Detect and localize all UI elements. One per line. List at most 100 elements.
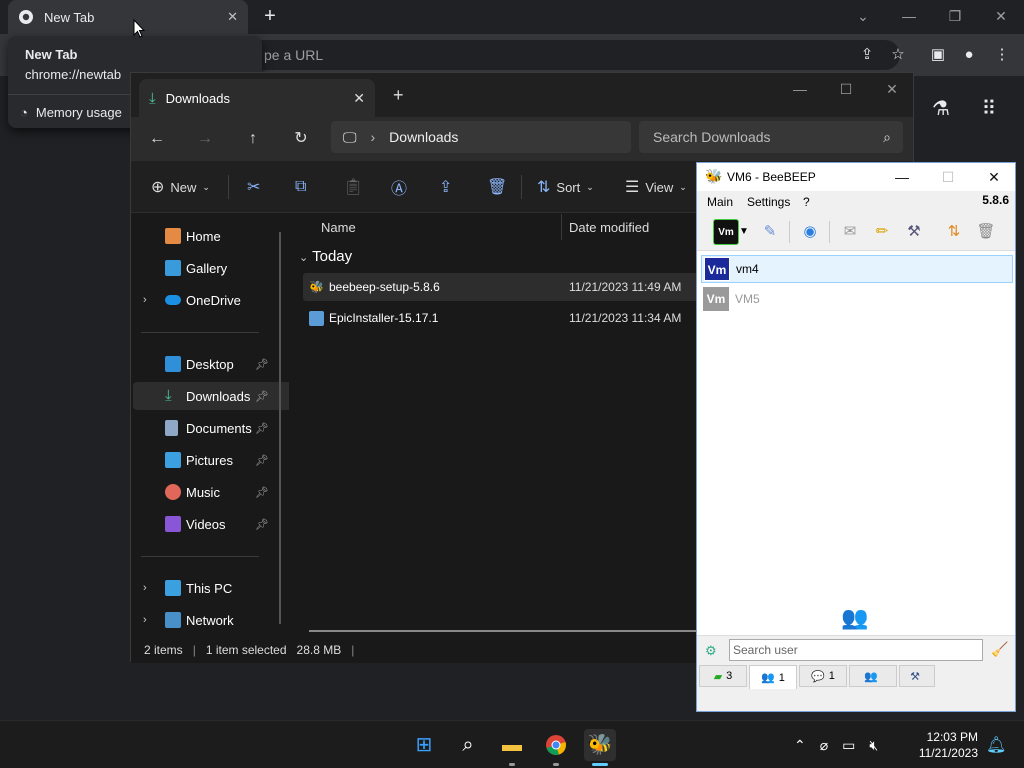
tab-chats[interactable]: ▰ 3 xyxy=(699,665,747,687)
tab-tools[interactable]: ⚒ xyxy=(899,665,935,687)
pin-icon: 📌︎ xyxy=(255,454,269,467)
horizontal-scrollbar[interactable] xyxy=(309,630,709,632)
menu-settings[interactable]: Settings xyxy=(747,195,790,209)
beebeep-close-button[interactable]: ✕ xyxy=(979,166,1009,188)
forward-arrow-icon[interactable]: → xyxy=(193,127,217,151)
share-icon[interactable]: ⇪ xyxy=(856,44,878,66)
note-pencil-icon[interactable]: ✏ xyxy=(869,219,895,245)
share-button[interactable]: ⇪ xyxy=(439,175,452,199)
chrome-tab-new-tab[interactable]: New Tab ✕ xyxy=(8,0,248,34)
view-button[interactable]: ☰ View ⌄ xyxy=(625,175,687,199)
explorer-navbar: ← → ↑ ↻ 🖵 › Downloads Search Downloads ⌕ xyxy=(131,117,913,161)
search-icon[interactable]: ⌕ xyxy=(452,729,484,761)
explorer-close-button[interactable]: ✕ xyxy=(869,77,915,101)
volume-muted-icon[interactable]: 🔇︎ xyxy=(869,737,878,754)
labs-flask-icon[interactable]: ⚗ xyxy=(930,98,952,120)
pictures-icon xyxy=(165,452,181,468)
group-header-today[interactable]: ⌄ Today xyxy=(299,248,352,265)
notification-bell-icon[interactable]: 🔔︎ xyxy=(986,735,1006,755)
explorer-tab-downloads[interactable]: ⤓ Downloads ✕ xyxy=(139,79,375,117)
filter-gear-icon[interactable]: ⚙ xyxy=(705,643,717,659)
expand-chevron-icon[interactable]: › xyxy=(143,582,147,594)
chrome-omnibox[interactable]: pe a URL xyxy=(240,40,900,70)
nav-item-home[interactable]: Home xyxy=(133,222,297,250)
beebeep-taskbar-icon[interactable]: 🐝 xyxy=(584,729,616,761)
delete-button[interactable]: 🗑︎ xyxy=(487,175,507,199)
expand-chevron-icon[interactable]: › xyxy=(143,614,147,626)
menu-main[interactable]: Main xyxy=(707,195,733,209)
user-row-vm4[interactable]: Vm vm4 xyxy=(701,255,1013,283)
user-avatar: Vm xyxy=(704,257,730,281)
nav-item-gallery[interactable]: Gallery xyxy=(133,254,297,282)
nav-item-downloads[interactable]: ⤓ Downloads 📌︎ xyxy=(133,382,297,410)
refresh-icon[interactable]: ↻ xyxy=(289,127,313,151)
search-downloads-input[interactable]: Search Downloads ⌕ xyxy=(639,121,903,153)
back-arrow-icon[interactable]: ← xyxy=(145,127,169,151)
windows-start-icon[interactable]: ⊞ xyxy=(408,729,440,761)
tools-icon[interactable]: ⚒ xyxy=(901,219,927,245)
column-header-name[interactable]: Name xyxy=(321,220,356,235)
beebeep-minimize-button[interactable]: — xyxy=(887,166,917,188)
paste-button[interactable]: 📋︎ xyxy=(343,175,363,199)
file-transfer-icon[interactable]: ⇅ xyxy=(941,219,967,245)
trash-icon[interactable]: 🗑︎ xyxy=(973,219,999,245)
clear-broom-icon[interactable]: 🧹 xyxy=(991,641,1008,658)
column-divider[interactable] xyxy=(561,214,562,240)
nav-item-desktop[interactable]: Desktop 📌︎ xyxy=(133,350,297,378)
beebeep-maximize-button[interactable]: ☐ xyxy=(933,166,963,188)
cut-button[interactable]: ✂ xyxy=(247,175,260,199)
expand-chevron-icon[interactable]: › xyxy=(143,294,147,306)
clock[interactable]: 12:03 PM 11/21/2023 xyxy=(908,729,978,761)
nav-item-documents[interactable]: Documents 📌︎ xyxy=(133,414,297,442)
chrome-icon[interactable] xyxy=(540,729,572,761)
column-header-date-modified[interactable]: Date modified xyxy=(569,220,649,235)
address-location[interactable]: Downloads xyxy=(389,129,458,145)
explorer-tab-close-icon[interactable]: ✕ xyxy=(353,90,365,107)
menu-help[interactable]: ? xyxy=(803,195,810,209)
network-off-icon[interactable]: ⌀ xyxy=(820,737,828,754)
chrome-menu-icon[interactable]: ⋮ xyxy=(991,44,1013,66)
message-icon[interactable]: ✉ xyxy=(837,219,863,245)
copy-button[interactable]: ⧉ xyxy=(295,175,306,199)
display-icon[interactable]: ▭ xyxy=(842,737,855,754)
sort-button[interactable]: ⇅ Sort ⌄ xyxy=(537,175,594,199)
nav-item-pictures[interactable]: Pictures 📌︎ xyxy=(133,446,297,474)
explorer-minimize-button[interactable]: — xyxy=(777,77,823,101)
nav-item-videos[interactable]: Videos 📌︎ xyxy=(133,510,297,538)
tab-groups[interactable]: 💬 1 xyxy=(799,665,847,687)
new-button[interactable]: ⊕ New ⌄ xyxy=(151,175,210,199)
broadcast-icon[interactable]: ◉ xyxy=(797,219,823,245)
search-user-input[interactable]: Search user xyxy=(729,639,983,661)
status-dropdown-icon[interactable]: ▼ xyxy=(737,219,751,245)
nav-item-onedrive[interactable]: › OneDrive xyxy=(133,286,297,314)
chrome-restore-button[interactable]: ❐ xyxy=(932,4,978,28)
chrome-new-tab-button[interactable]: + xyxy=(258,5,282,29)
file-explorer-icon[interactable]: ▬ xyxy=(496,729,528,761)
chrome-tab-close-icon[interactable]: ✕ xyxy=(227,9,238,25)
user-row-vm5[interactable]: Vm VM5 xyxy=(701,285,1013,313)
nav-item-network[interactable]: › Network xyxy=(133,606,297,634)
up-arrow-icon[interactable]: ↑ xyxy=(241,127,265,151)
chevron-up-icon[interactable]: ⌃ xyxy=(794,737,806,754)
tab-users[interactable]: 👥 1 xyxy=(749,665,797,689)
my-status-avatar[interactable]: Vm xyxy=(713,219,739,245)
address-bar[interactable]: 🖵 › Downloads xyxy=(331,121,631,153)
chrome-tab-search-icon[interactable]: ⌄ xyxy=(840,4,886,28)
bookmark-star-icon[interactable]: ☆ xyxy=(887,44,909,66)
explorer-new-tab-button[interactable]: + xyxy=(393,85,404,106)
nav-item-music[interactable]: Music 📌︎ xyxy=(133,478,297,506)
nav-item-this-pc[interactable]: › This PC xyxy=(133,574,297,602)
profile-icon[interactable]: ● xyxy=(958,44,980,66)
apps-grid-icon[interactable]: ⠿ xyxy=(978,98,1000,120)
chevron-down-icon: ⌄ xyxy=(202,181,210,192)
nav-item-label: Home xyxy=(186,228,221,244)
chrome-close-button[interactable]: ✕ xyxy=(978,4,1024,28)
nav-scrollbar[interactable] xyxy=(279,232,281,624)
explorer-maximize-button[interactable]: ☐ xyxy=(823,77,869,101)
tab-count: 1 xyxy=(778,671,785,684)
chrome-minimize-button[interactable]: — xyxy=(886,4,932,28)
tab-contacts[interactable]: 👥 xyxy=(849,665,897,687)
edit-profile-icon[interactable]: ✎ xyxy=(757,219,783,245)
side-panel-icon[interactable]: ▣ xyxy=(927,44,949,66)
rename-button[interactable]: Ⓐ xyxy=(391,175,407,199)
